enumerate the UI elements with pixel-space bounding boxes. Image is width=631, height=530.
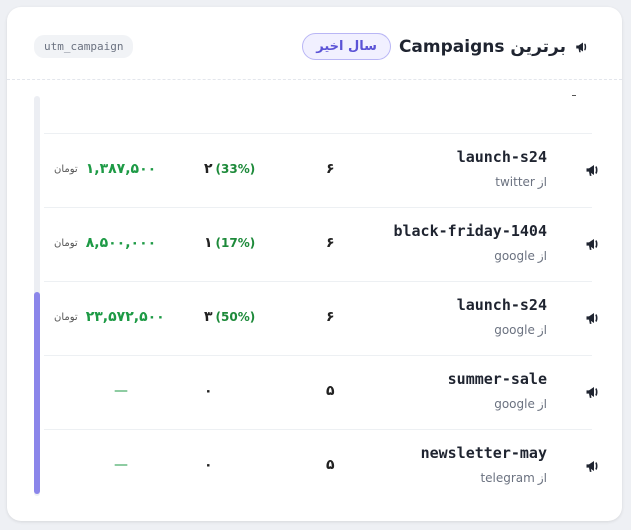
campaign-clicks: ۵ xyxy=(326,457,335,473)
scrollbar-track[interactable] xyxy=(34,96,40,496)
utm-param-chip: utm_campaign xyxy=(34,35,134,58)
megaphone-icon xyxy=(574,38,592,56)
table-row[interactable]: black-friday-1404 ازgoogle ۶ ۱ (17%) توما… xyxy=(44,207,598,282)
campaign-revenue: — xyxy=(114,457,128,473)
campaign-conversions: ۱ (17%) xyxy=(204,235,256,251)
campaign-revenue: — xyxy=(114,383,128,399)
table-row[interactable]: summer-sale ازgoogle ۵ ۰ — xyxy=(44,355,598,430)
megaphone-icon xyxy=(584,308,604,328)
campaign-source: ازgoogle xyxy=(494,249,547,263)
period-filter-button[interactable]: سال اخیر xyxy=(302,33,391,60)
megaphone-icon xyxy=(584,382,604,402)
scrollbar-thumb[interactable] xyxy=(34,292,40,494)
megaphone-icon xyxy=(584,234,604,254)
megaphone-icon xyxy=(584,160,604,180)
campaign-list[interactable]: ازnewsletter launch-s24 ازtwitter ۶ ۲(33… xyxy=(7,80,622,521)
campaign-conversions: ۰ xyxy=(204,457,213,473)
title-group: برترین Campaigns سال اخیر xyxy=(302,33,592,60)
campaign-source: ازgoogle xyxy=(494,397,547,411)
table-row[interactable]: launch-s24 ازtwitter ۶ ۲ (33%) تومان ۱,۳۸۷… xyxy=(44,133,598,208)
campaign-source: ازgoogle xyxy=(494,323,547,337)
campaign-name: newsletter-may xyxy=(420,444,547,462)
campaign-name: launch-s24 xyxy=(456,148,547,166)
card-header: برترین Campaigns سال اخیر utm_campaign xyxy=(7,7,622,80)
campaign-clicks: ۶ xyxy=(326,161,335,177)
table-row[interactable]: ازnewsletter xyxy=(44,80,592,134)
campaign-clicks: ۵ xyxy=(326,383,335,399)
campaign-conversions: ۳ (50%) xyxy=(204,309,256,325)
campaign-conversions: ۰ xyxy=(204,383,213,399)
campaign-clicks: ۶ xyxy=(326,309,335,325)
campaign-source: ازtelegram xyxy=(480,471,547,485)
campaign-source: ازtwitter xyxy=(495,175,547,189)
campaign-name: launch-s24 xyxy=(456,296,547,314)
campaign-name: summer-sale xyxy=(447,370,547,388)
top-campaigns-card: برترین Campaigns سال اخیر utm_campaign ا… xyxy=(7,7,622,521)
campaign-revenue: تومان ۱,۳۸۷,۵۰۰ xyxy=(54,161,157,177)
megaphone-icon xyxy=(584,456,604,476)
table-row[interactable]: launch-s24 ازgoogle ۶ ۳ (50%) تومان ۲۳,۵۷۲… xyxy=(44,281,598,356)
campaign-revenue: تومان ۲۳,۵۷۲,۵۰۰ xyxy=(54,309,165,325)
campaign-name: black-friday-1404 xyxy=(393,222,547,240)
campaign-revenue: تومان ۸,۵۰۰,۰۰۰ xyxy=(54,235,157,251)
campaign-conversions: ۲ (33%) xyxy=(204,161,256,177)
page-title: برترین Campaigns xyxy=(398,36,566,57)
campaign-clicks: ۶ xyxy=(326,235,335,251)
table-row[interactable]: newsletter-may ازtelegram ۵ ۰ — xyxy=(44,429,598,504)
row-marker xyxy=(572,95,576,96)
